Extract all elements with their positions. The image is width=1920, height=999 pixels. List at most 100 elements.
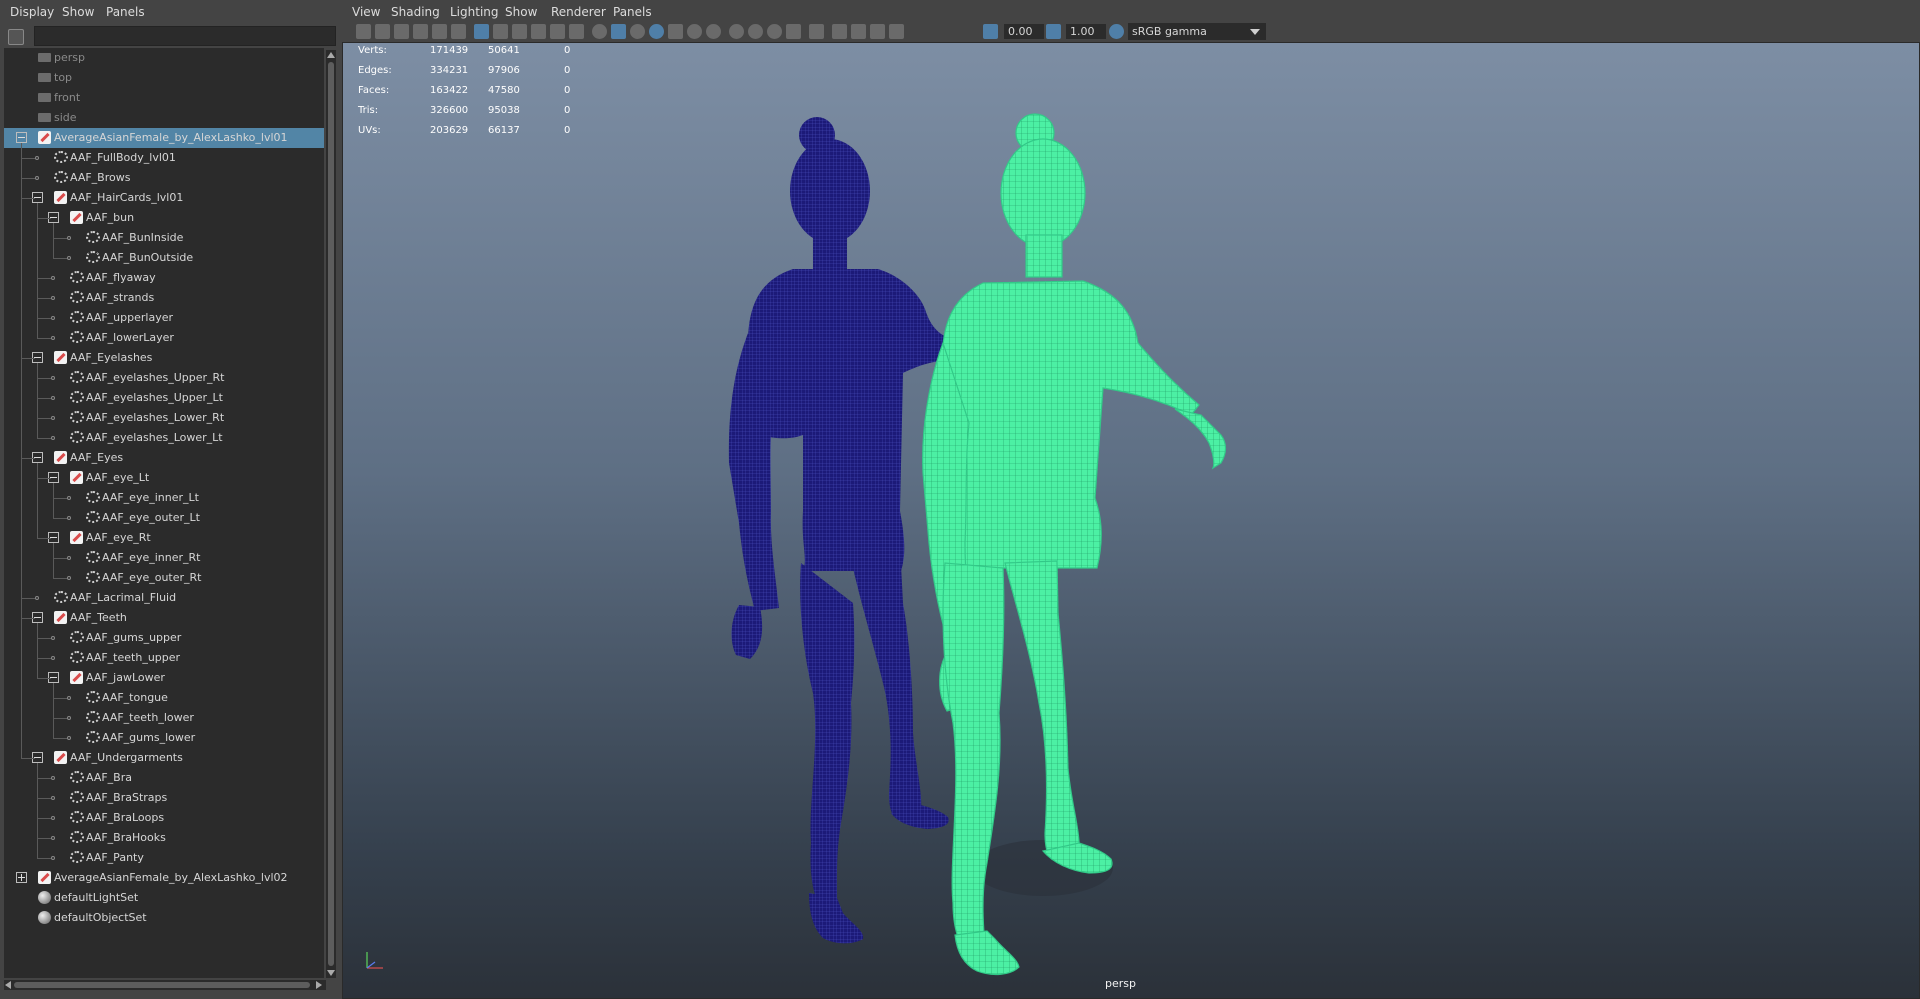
- scroll-left-arrow-icon[interactable]: [5, 981, 11, 989]
- outliner-item[interactable]: AAF_Brows: [4, 168, 324, 188]
- scroll-down-arrow-icon[interactable]: [327, 970, 335, 976]
- outliner-item[interactable]: AAF_HairCards_lvl01: [4, 188, 324, 208]
- outliner-item[interactable]: AAF_eyelashes_Lower_Lt: [4, 428, 324, 448]
- color-space-select[interactable]: sRGB gamma: [1128, 23, 1266, 40]
- outliner-horizontal-scroll-thumb[interactable]: [14, 982, 310, 988]
- outliner-item[interactable]: AAF_BraStraps: [4, 788, 324, 808]
- mesh-node-icon: [70, 811, 84, 823]
- outliner-item[interactable]: AAF_FullBody_lvl01: [4, 148, 324, 168]
- scroll-right-arrow-icon[interactable]: [316, 981, 322, 989]
- outliner-item[interactable]: AAF_strands: [4, 288, 324, 308]
- isolate-select-icon[interactable]: [809, 24, 824, 39]
- outliner-search-input[interactable]: [34, 26, 336, 46]
- outliner-item[interactable]: defaultLightSet: [4, 888, 324, 908]
- expand-icon[interactable]: [16, 872, 27, 883]
- outliner-item[interactable]: AverageAsianFemale_by_AlexLashko_lvl02: [4, 868, 324, 888]
- anti-aliasing-icon[interactable]: [767, 24, 782, 39]
- chevron-down-icon[interactable]: [1250, 29, 1260, 35]
- outliner-item[interactable]: top: [4, 68, 324, 88]
- 3d-viewport[interactable]: Verts: 171439 50641 0 Edges: 334231 97906 0 Face…: [342, 42, 1920, 999]
- smooth-shade-icon[interactable]: [611, 24, 626, 39]
- film-gate-icon[interactable]: [493, 24, 508, 39]
- outliner-item[interactable]: AAF_tongue: [4, 688, 324, 708]
- outliner-item[interactable]: AAF_BraHooks: [4, 828, 324, 848]
- gamma-icon[interactable]: [1046, 24, 1061, 39]
- field-chart-icon[interactable]: [550, 24, 565, 39]
- outliner-item[interactable]: AverageAsianFemale_by_AlexLashko_lvl01: [4, 128, 324, 148]
- outliner-item[interactable]: AAF_Lacrimal_Fluid: [4, 588, 324, 608]
- outliner-item[interactable]: AAF_Eyes: [4, 448, 324, 468]
- exposure-field[interactable]: 0.00: [1004, 24, 1044, 39]
- outliner-item[interactable]: persp: [4, 48, 324, 68]
- safe-action-icon[interactable]: [569, 24, 584, 39]
- outliner-item[interactable]: side: [4, 108, 324, 128]
- grid-icon[interactable]: [474, 24, 489, 39]
- gamma-field[interactable]: 1.00: [1066, 24, 1106, 39]
- outliner-item[interactable]: AAF_Undergarments: [4, 748, 324, 768]
- outliner-item[interactable]: AAF_BunOutside: [4, 248, 324, 268]
- outliner-item[interactable]: AAF_eye_outer_Lt: [4, 508, 324, 528]
- gate-mask-icon[interactable]: [531, 24, 546, 39]
- collapse-icon[interactable]: [16, 132, 27, 143]
- outliner-item[interactable]: AAF_bun: [4, 208, 324, 228]
- outliner-vertical-scroll-thumb[interactable]: [328, 62, 334, 966]
- outliner-item[interactable]: AAF_Panty: [4, 848, 324, 868]
- outliner-item[interactable]: AAF_lowerLayer: [4, 328, 324, 348]
- camera-attributes-icon[interactable]: [375, 24, 390, 39]
- menu-lighting[interactable]: Lighting: [450, 5, 499, 19]
- wireframe-icon[interactable]: [592, 24, 607, 39]
- xray-icon[interactable]: [832, 24, 847, 39]
- scroll-up-arrow-icon[interactable]: [327, 52, 335, 58]
- menu-view[interactable]: View: [352, 5, 380, 19]
- outliner-item[interactable]: defaultObjectSet: [4, 908, 324, 928]
- menu-show[interactable]: Show: [505, 5, 537, 19]
- outliner-item[interactable]: AAF_eyelashes_Upper_Rt: [4, 368, 324, 388]
- bookmark-icon[interactable]: [394, 24, 409, 39]
- wireframe-on-shaded-icon[interactable]: [649, 24, 664, 39]
- outliner-item[interactable]: AAF_eye_outer_Rt: [4, 568, 324, 588]
- outliner-item[interactable]: AAF_teeth_lower: [4, 708, 324, 728]
- image-plane-icon[interactable]: [413, 24, 428, 39]
- outliner-item[interactable]: AAF_eye_inner_Lt: [4, 488, 324, 508]
- motion-blur-icon[interactable]: [748, 24, 763, 39]
- outliner-item[interactable]: AAF_eyelashes_Upper_Lt: [4, 388, 324, 408]
- outliner-item[interactable]: AAF_Teeth: [4, 608, 324, 628]
- outliner-item[interactable]: AAF_flyaway: [4, 268, 324, 288]
- outliner-item[interactable]: AAF_Bra: [4, 768, 324, 788]
- outliner-item[interactable]: AAF_jawLower: [4, 668, 324, 688]
- ambient-occlusion-icon[interactable]: [729, 24, 744, 39]
- outliner-item[interactable]: AAF_BunInside: [4, 228, 324, 248]
- outliner-item[interactable]: AAF_upperlayer: [4, 308, 324, 328]
- color-management-icon[interactable]: [1109, 24, 1124, 39]
- menu-shading[interactable]: Shading: [391, 5, 440, 19]
- menu-renderer[interactable]: Renderer: [551, 5, 606, 19]
- lights-icon[interactable]: [687, 24, 702, 39]
- outliner-item[interactable]: AAF_eye_Lt: [4, 468, 324, 488]
- outliner-item[interactable]: AAF_eye_inner_Rt: [4, 548, 324, 568]
- outliner-item[interactable]: AAF_gums_lower: [4, 728, 324, 748]
- outliner-item[interactable]: AAF_BraLoops: [4, 808, 324, 828]
- xray-joints-icon[interactable]: [851, 24, 866, 39]
- grease-pencil-icon[interactable]: [451, 24, 466, 39]
- outliner-item[interactable]: AAF_teeth_upper: [4, 648, 324, 668]
- resolution-gate-icon[interactable]: [512, 24, 527, 39]
- menu-panels[interactable]: Panels: [106, 5, 145, 19]
- outliner-item[interactable]: AAF_eyelashes_Lower_Rt: [4, 408, 324, 428]
- exposure-icon[interactable]: [983, 24, 998, 39]
- menu-show[interactable]: Show: [62, 5, 94, 19]
- 2d-pan-zoom-icon[interactable]: [432, 24, 447, 39]
- depth-of-field-icon[interactable]: [786, 24, 801, 39]
- menu-panels[interactable]: Panels: [613, 5, 652, 19]
- xray-components-icon[interactable]: [870, 24, 885, 39]
- outliner-item[interactable]: AAF_gums_upper: [4, 628, 324, 648]
- textured-icon[interactable]: [668, 24, 683, 39]
- camera-icon[interactable]: [356, 24, 371, 39]
- default-material-icon[interactable]: [630, 24, 645, 39]
- outliner-item[interactable]: AAF_Eyelashes: [4, 348, 324, 368]
- outliner-item[interactable]: front: [4, 88, 324, 108]
- menu-display[interactable]: Display: [10, 5, 54, 19]
- filter-icon[interactable]: [8, 29, 24, 45]
- backface-culling-icon[interactable]: [889, 24, 904, 39]
- shadows-icon[interactable]: [706, 24, 721, 39]
- outliner-item[interactable]: AAF_eye_Rt: [4, 528, 324, 548]
